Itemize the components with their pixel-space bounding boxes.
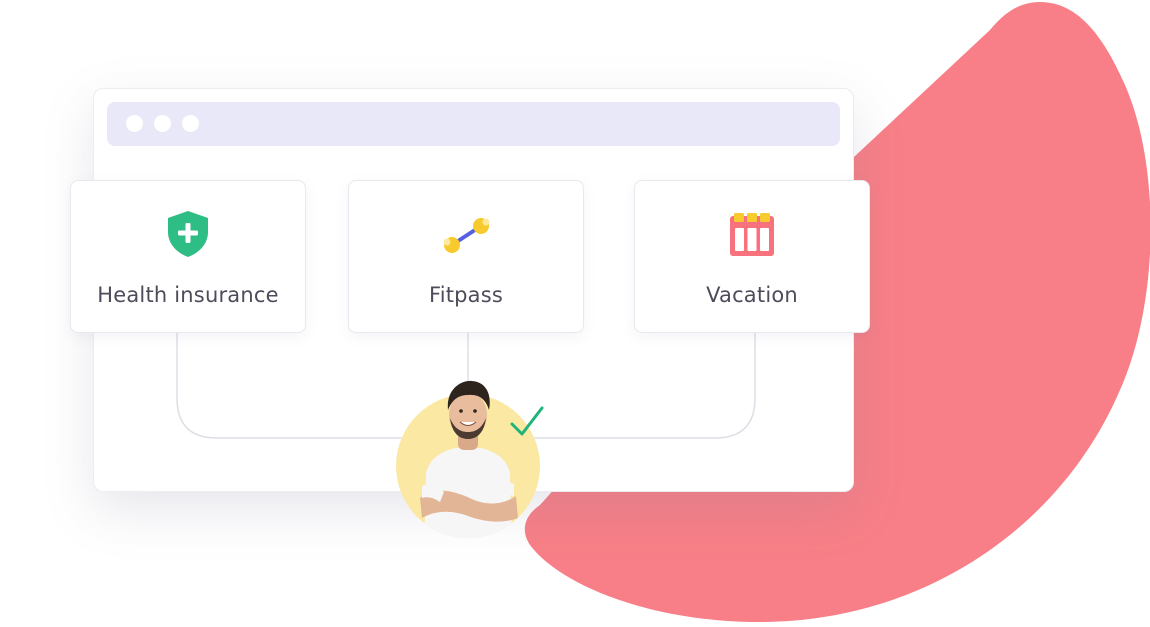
benefit-label: Fitpass: [428, 283, 504, 307]
window-titlebar: [107, 102, 840, 146]
employee-avatar: [394, 378, 544, 538]
person-avatar: [396, 380, 540, 538]
benefit-card-fitpass[interactable]: Fitpass: [348, 180, 584, 333]
benefit-label: Vacation: [706, 283, 798, 307]
window-dot: [154, 115, 171, 132]
approved-check-icon: [510, 406, 544, 436]
dumbbell-icon: [443, 218, 490, 253]
shield-plus-icon: [168, 211, 208, 257]
benefit-card-health-insurance[interactable]: Health insurance: [70, 180, 306, 333]
window-dot: [182, 115, 199, 132]
window-dot: [126, 115, 143, 132]
benefit-card-vacation[interactable]: Vacation: [634, 180, 870, 333]
calendar-icon: [730, 213, 774, 256]
benefits-illustration: Health insurance Fitpass Vacation: [0, 0, 1150, 627]
benefit-label: Health insurance: [97, 283, 279, 307]
